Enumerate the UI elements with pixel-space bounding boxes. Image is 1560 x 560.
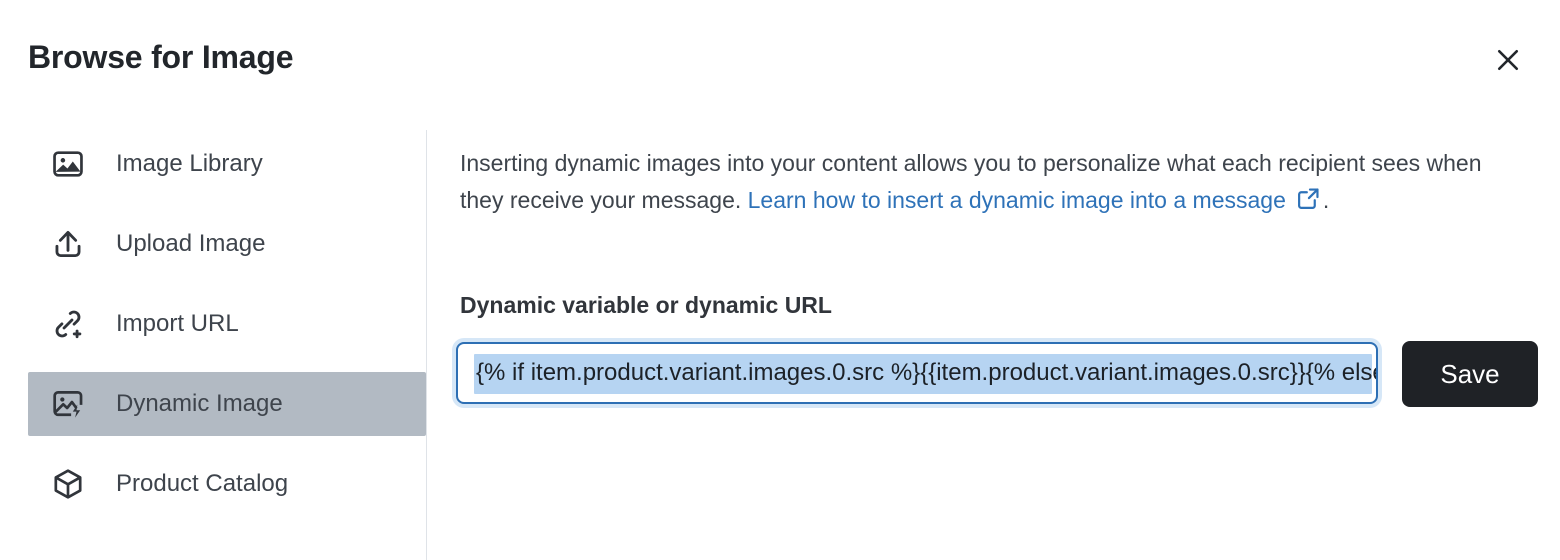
sidebar-item-image-library[interactable]: Image Library xyxy=(28,132,426,196)
sidebar-item-label: Product Catalog xyxy=(116,470,289,497)
sidebar-item-label: Dynamic Image xyxy=(116,390,283,417)
close-icon xyxy=(1493,45,1523,75)
sidebar-item-label: Image Library xyxy=(116,150,263,177)
cube-icon xyxy=(48,464,88,504)
sidebar-item-import-url[interactable]: Import URL xyxy=(28,292,426,356)
page-title: Browse for Image xyxy=(28,39,294,75)
link-plus-icon xyxy=(48,304,88,344)
field-row: {% if item.product.variant.images.0.src … xyxy=(456,341,1556,422)
main-panel: Inserting dynamic images into your conte… xyxy=(427,118,1560,560)
sidebar-item-upload-image[interactable]: Upload Image xyxy=(28,212,426,276)
sidebar: Image Library Upload Image Import URL Dy… xyxy=(0,118,426,560)
save-button[interactable]: Save xyxy=(1402,341,1538,407)
browse-for-image-modal: Browse for Image Image Library Upload Im… xyxy=(0,0,1560,560)
modal-header: Browse for Image xyxy=(0,0,1560,118)
close-button[interactable] xyxy=(1488,40,1528,80)
modal-body: Image Library Upload Image Import URL Dy… xyxy=(0,118,1560,560)
image-icon xyxy=(48,144,88,184)
description-part2: . xyxy=(1322,187,1330,213)
sidebar-item-label: Import URL xyxy=(116,310,239,337)
sidebar-item-label: Upload Image xyxy=(116,230,266,257)
learn-how-link[interactable]: Learn how to insert a dynamic image into… xyxy=(748,187,1286,213)
description-text: Inserting dynamic images into your conte… xyxy=(460,145,1520,219)
upload-icon xyxy=(48,224,88,264)
dynamic-image-icon xyxy=(48,384,88,424)
dynamic-variable-label: Dynamic variable or dynamic URL xyxy=(460,292,832,318)
dynamic-url-input-wrapper[interactable]: {% if item.product.variant.images.0.src … xyxy=(456,342,1378,404)
external-link-icon[interactable] xyxy=(1296,186,1321,211)
sidebar-item-dynamic-image[interactable]: Dynamic Image xyxy=(28,372,426,436)
dynamic-url-input[interactable] xyxy=(458,344,1376,402)
sidebar-item-product-catalog[interactable]: Product Catalog xyxy=(28,452,426,516)
